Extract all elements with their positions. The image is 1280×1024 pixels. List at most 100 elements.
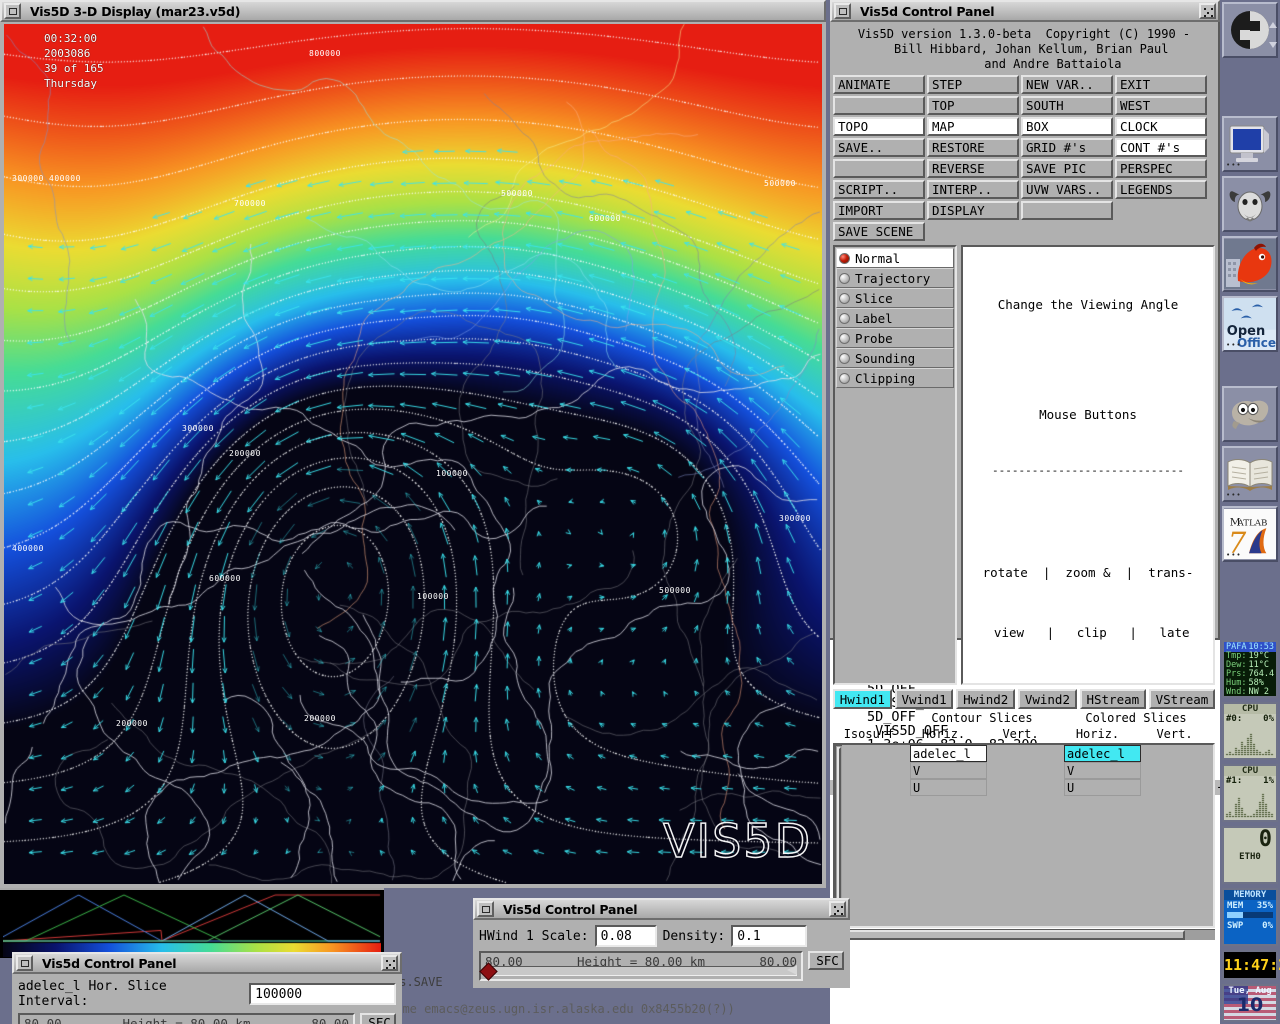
button-save[interactable]: SAVE..: [833, 138, 925, 157]
button-cont-s[interactable]: CONT #'s: [1115, 138, 1207, 157]
button-top[interactable]: TOP: [927, 96, 1019, 115]
button-restore[interactable]: RESTORE: [927, 138, 1019, 157]
button-step[interactable]: STEP: [927, 75, 1019, 94]
dock-icon-openoffice-app[interactable]: Open Office •••: [1222, 296, 1278, 352]
gimp-wilber-icon: [1232, 400, 1269, 429]
mode-label: Clipping: [855, 370, 916, 386]
cell-colored-horiz[interactable]: U: [1064, 779, 1141, 796]
dock-icon-matlab-app[interactable]: M ATLAB 7 •••: [1222, 506, 1278, 562]
button-interp[interactable]: INTERP..: [927, 180, 1019, 199]
cell-colored-horiz[interactable]: adelec_l: [1064, 745, 1141, 762]
button-reverse[interactable]: REVERSE: [927, 159, 1019, 178]
tab-hstream[interactable]: HStream: [1079, 689, 1146, 709]
variable-table-hscrollbar[interactable]: [833, 929, 1215, 940]
cell-contour-horiz[interactable]: U: [910, 779, 987, 796]
hscrollbar-thumb[interactable]: [834, 930, 1185, 940]
mode-trajectory[interactable]: Trajectory: [836, 268, 954, 288]
dock-icon-gimp-app[interactable]: [1222, 386, 1278, 442]
mode-normal[interactable]: Normal: [836, 248, 954, 268]
tab-hwind2[interactable]: Hwind2: [956, 689, 1016, 709]
button-south[interactable]: SOUTH: [1021, 96, 1113, 115]
hwind-slider-trough[interactable]: [485, 966, 797, 976]
button-clock[interactable]: CLOCK: [1115, 117, 1207, 136]
dock-dots-icon: •••: [1226, 341, 1242, 349]
cell-contour-horiz[interactable]: adelec_l: [910, 745, 987, 762]
window-menu-button[interactable]: [834, 3, 851, 19]
dock-icon-monitor-app[interactable]: •••: [1222, 116, 1278, 172]
window-menu-icon: [20, 959, 29, 967]
display-titlebar[interactable]: Vis5D 3-D Display (mar23.v5d): [0, 0, 826, 22]
calendar-dockapp[interactable]: Tue, Aug 10: [1222, 984, 1278, 1022]
button-import[interactable]: IMPORT: [833, 201, 925, 220]
button-display[interactable]: DISPLAY: [927, 201, 1019, 220]
hwind-height-slider[interactable]: 80.00 Height = 80.00 km 80.00: [479, 951, 803, 981]
colormap-curves-canvas[interactable]: [3, 893, 381, 957]
cell-contour-vert[interactable]: [987, 745, 1064, 762]
window-menu-button[interactable]: [4, 3, 21, 19]
contour-value-label: 300000: [12, 174, 44, 183]
slice-height-slider[interactable]: 80.00 Height = 80.00 km 80.00: [18, 1013, 355, 1024]
cell-isosurf[interactable]: [842, 745, 910, 762]
tab-hwind1[interactable]: Hwind1: [833, 689, 892, 709]
tab-vwind2[interactable]: Vwind2: [1018, 689, 1077, 709]
button-perspec[interactable]: PERSPEC: [1115, 159, 1207, 178]
slice-panel-titlebar[interactable]: Vis5d Control Panel: [12, 952, 402, 974]
button-uvw-vars[interactable]: UVW VARS..: [1021, 180, 1113, 199]
dock-scroll-indicator[interactable]: [1269, 20, 1279, 80]
resize-handle-icon[interactable]: [829, 901, 846, 917]
hwind-sfc-button[interactable]: SFC: [808, 951, 844, 970]
button-exit[interactable]: EXIT: [1115, 75, 1207, 94]
network-dockapp[interactable]: 0 ETH0: [1222, 826, 1278, 884]
cell-colored-horiz[interactable]: V: [1064, 762, 1141, 779]
mode-clipping[interactable]: Clipping: [836, 368, 954, 388]
button-west[interactable]: WEST: [1115, 96, 1207, 115]
button-grid-s[interactable]: GRID #'s: [1021, 138, 1113, 157]
weather-dockapp[interactable]: PAFA 10:53 Tmp: 19°C Dew: 11°C Prs: 764.4 Hum:…: [1222, 640, 1278, 698]
cell-contour-horiz[interactable]: V: [910, 762, 987, 779]
mode-slice[interactable]: Slice: [836, 288, 954, 308]
cell-colored-vert[interactable]: [1141, 745, 1218, 762]
mode-probe[interactable]: Probe: [836, 328, 954, 348]
resize-handle-icon[interactable]: [381, 955, 398, 971]
vscrollbar-thumb[interactable]: [837, 747, 841, 917]
cpu1-dockapp[interactable]: CPU #1: 1%: [1222, 764, 1278, 822]
tab-vstream[interactable]: VStream: [1148, 689, 1216, 709]
mode-sounding[interactable]: Sounding: [836, 348, 954, 368]
slice-sfc-button[interactable]: SFC: [360, 1013, 396, 1024]
button-box[interactable]: BOX: [1021, 117, 1113, 136]
window-menu-button[interactable]: [16, 955, 33, 971]
3d-render-viewport[interactable]: 00:32:00 2003086 39 of 165 Thursday VIS5…: [4, 24, 822, 884]
mode-label[interactable]: Label: [836, 308, 954, 328]
control-panel-titlebar[interactable]: Vis5d Control Panel: [830, 0, 1220, 22]
button-new-var[interactable]: NEW VAR..: [1021, 75, 1113, 94]
cell-colored-vert[interactable]: [1141, 779, 1218, 796]
button-save-pic[interactable]: SAVE PIC: [1021, 159, 1113, 178]
clock-dockapp[interactable]: 11:47:20: [1222, 950, 1280, 980]
button-legends[interactable]: LEGENDS: [1115, 180, 1207, 199]
resize-handle-icon[interactable]: [1199, 3, 1216, 19]
button-animate[interactable]: ANIMATE: [833, 75, 925, 94]
cell-colored-vert[interactable]: [1141, 762, 1218, 779]
button-map[interactable]: MAP: [927, 117, 1019, 136]
cpu0-label: #0:: [1226, 714, 1243, 724]
dock-icon-book-app[interactable]: •••: [1222, 446, 1278, 502]
hwind-panel-titlebar[interactable]: Vis5d Control Panel: [473, 898, 850, 920]
colormap-editor[interactable]: [0, 888, 384, 958]
window-menu-button[interactable]: [477, 901, 494, 917]
save-scene-button[interactable]: SAVE SCENE: [833, 222, 925, 241]
slice-interval-input[interactable]: 100000: [249, 983, 396, 1005]
cell-isosurf[interactable]: [842, 779, 910, 796]
cell-contour-vert[interactable]: [987, 779, 1064, 796]
col-header-colored-horiz: Horiz.: [1075, 727, 1120, 741]
memory-dockapp[interactable]: MEMORY MEM 35% SWP 0%: [1222, 888, 1278, 946]
dock-icon-firefox-app[interactable]: [1222, 236, 1278, 292]
dock-icon-gnu-app[interactable]: [1222, 176, 1278, 232]
button-script[interactable]: SCRIPT..: [833, 180, 925, 199]
cpu0-dockapp[interactable]: CPU #0: 0%: [1222, 702, 1278, 760]
hwind-scale-input[interactable]: 0.08: [594, 925, 657, 947]
hwind-density-input[interactable]: 0.1: [731, 925, 808, 947]
button-topo[interactable]: TOPO: [833, 117, 925, 136]
tab-vwind1[interactable]: Vwind1: [894, 689, 954, 709]
cell-isosurf[interactable]: [842, 762, 910, 779]
cell-contour-vert[interactable]: [987, 762, 1064, 779]
